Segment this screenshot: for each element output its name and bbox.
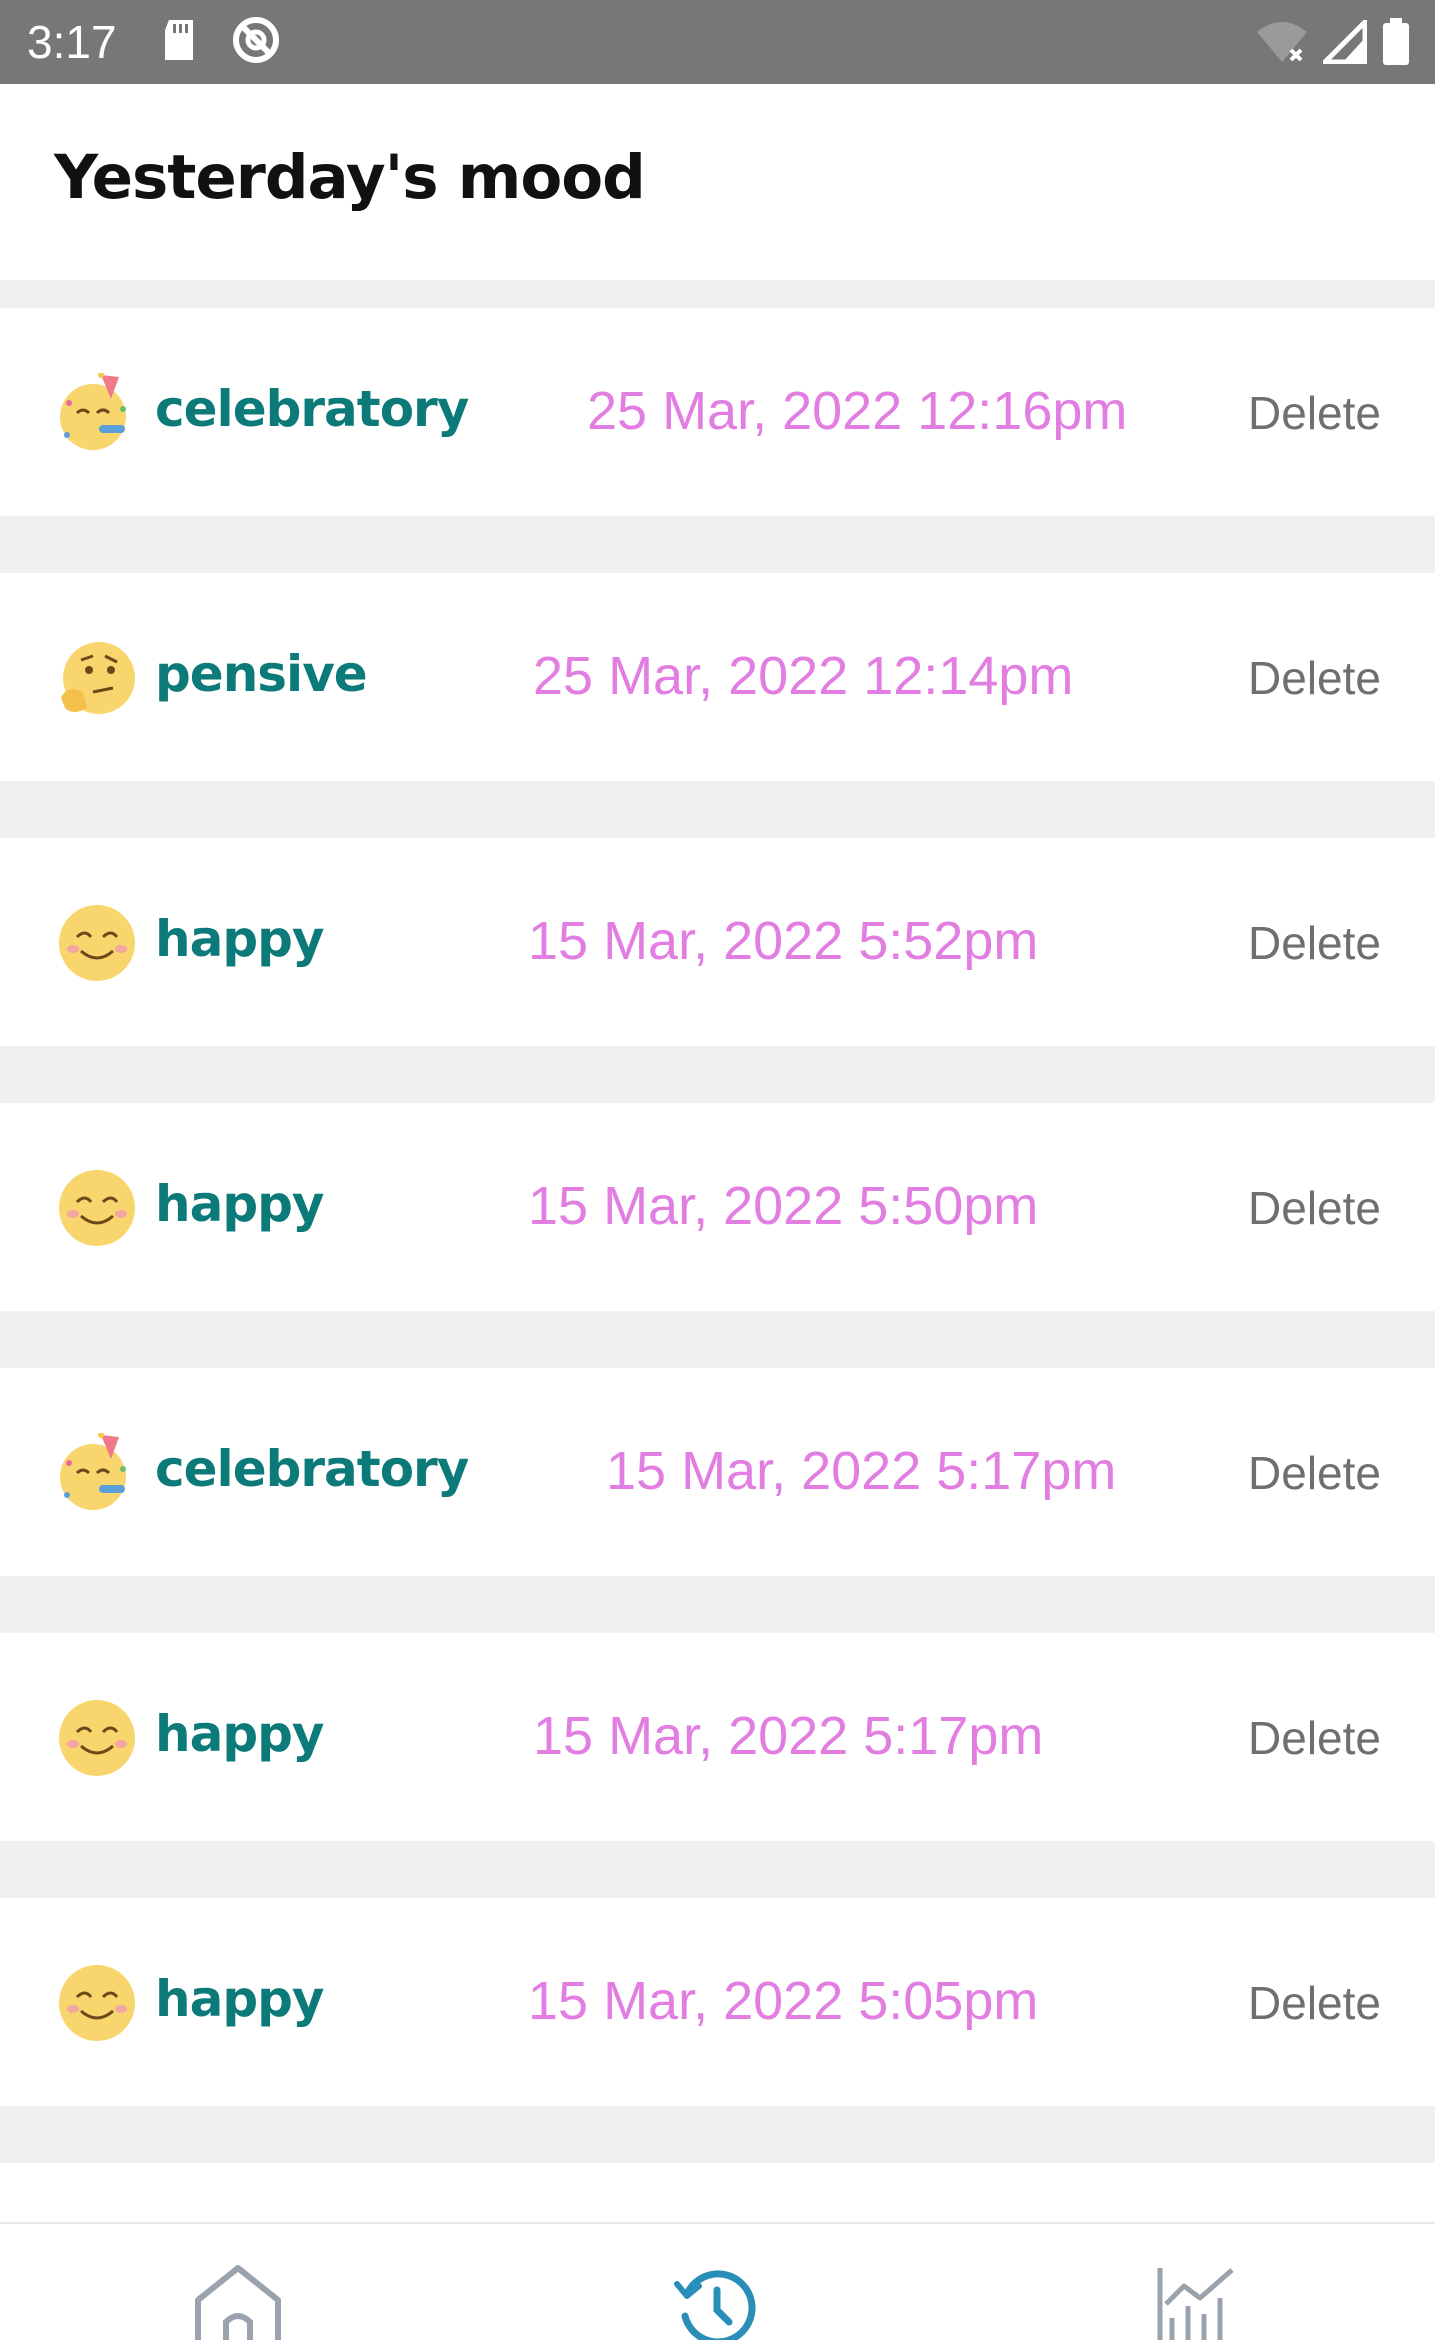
- analytics-icon: [1148, 2264, 1244, 2340]
- mood-list[interactable]: celebratory 25 Mar, 2022 12:16pm Delete …: [0, 280, 1435, 2222]
- nav-history[interactable]: [662, 2264, 772, 2344]
- list-item: celebratory 25 Mar, 2022 12:16pm Delete: [0, 308, 1435, 516]
- list-item: happy 15 Mar, 2022 5:05pm Delete: [0, 1898, 1435, 2106]
- mood-datetime: 15 Mar, 2022 5:05pm: [528, 1971, 1039, 2031]
- delete-button[interactable]: Delete: [1248, 1446, 1381, 1500]
- delete-button[interactable]: Delete: [1248, 1976, 1381, 2030]
- celebratory-emoji-icon: [57, 1432, 137, 1513]
- mood-datetime: 15 Mar, 2022 5:17pm: [606, 1441, 1117, 1501]
- delete-button[interactable]: Delete: [1248, 651, 1381, 705]
- mood-label: celebratory: [155, 1440, 469, 1498]
- celebratory-emoji-icon: [57, 372, 137, 453]
- delete-button[interactable]: Delete: [1248, 1711, 1381, 1765]
- delete-button[interactable]: Delete: [1248, 1181, 1381, 1235]
- happy-emoji-icon: [57, 903, 137, 983]
- list-item: happy 15 Mar, 2022 5:52pm Delete: [0, 838, 1435, 1046]
- sd-card-icon: [161, 18, 197, 66]
- mood-datetime: 15 Mar, 2022 5:52pm: [528, 911, 1039, 971]
- delete-button[interactable]: Delete: [1248, 386, 1381, 440]
- happy-emoji-icon: [57, 1698, 137, 1778]
- battery-icon: [1381, 18, 1411, 70]
- happy-emoji-icon: [57, 1168, 137, 1248]
- signal-icon: [1318, 15, 1368, 68]
- bottom-nav: [0, 2222, 1435, 2344]
- nav-analytics[interactable]: [1141, 2264, 1251, 2340]
- mood-label: celebratory: [155, 380, 469, 438]
- header: Yesterday's mood: [0, 84, 1435, 280]
- history-icon: [669, 2264, 765, 2344]
- mood-label: happy: [155, 1970, 325, 2028]
- wifi-off-icon: [1255, 20, 1309, 68]
- list-item: celebratory 15 Mar, 2022 5:17pm Delete: [0, 1368, 1435, 1576]
- page-title: Yesterday's mood: [54, 142, 646, 213]
- status-time: 3:17: [27, 16, 117, 68]
- delete-button[interactable]: Delete: [1248, 916, 1381, 970]
- home-icon: [190, 2264, 286, 2340]
- mood-label: happy: [155, 1175, 325, 1233]
- mood-datetime: 25 Mar, 2022 12:14pm: [533, 646, 1074, 706]
- status-bar: 3:17: [0, 0, 1435, 84]
- mood-datetime: 25 Mar, 2022 12:16pm: [587, 381, 1128, 441]
- mood-label: happy: [155, 910, 325, 968]
- mood-datetime: 15 Mar, 2022 5:17pm: [533, 1706, 1044, 1766]
- list-item: pensive 25 Mar, 2022 12:14pm Delete: [0, 573, 1435, 781]
- mood-datetime: 15 Mar, 2022 5:50pm: [528, 1176, 1039, 1236]
- happy-emoji-icon: [57, 1963, 137, 2043]
- mood-label: happy: [155, 1705, 325, 1763]
- list-item: [0, 2163, 1435, 2222]
- no-sync-icon: [231, 15, 281, 69]
- pensive-emoji-icon: [57, 638, 137, 718]
- nav-home[interactable]: [183, 2264, 293, 2340]
- list-item: happy 15 Mar, 2022 5:50pm Delete: [0, 1103, 1435, 1311]
- list-item: happy 15 Mar, 2022 5:17pm Delete: [0, 1633, 1435, 1841]
- mood-label: pensive: [155, 645, 368, 703]
